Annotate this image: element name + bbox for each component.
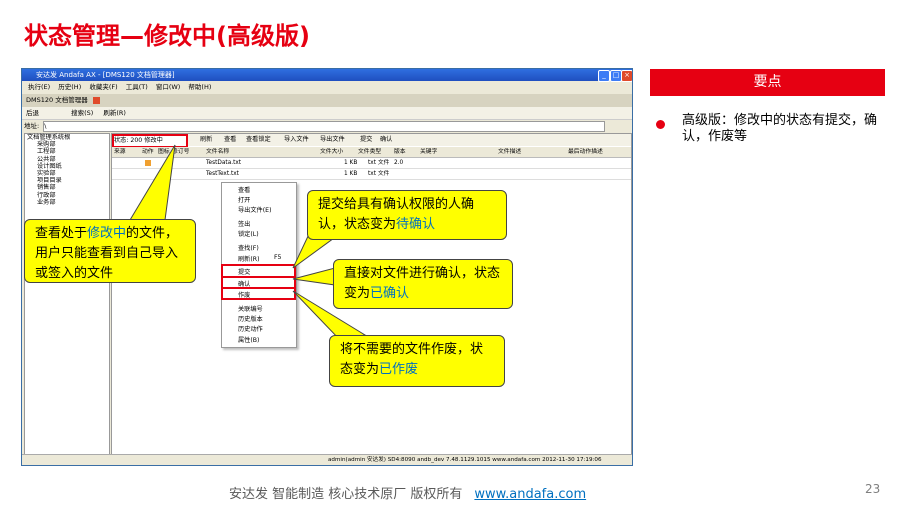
footer: 安达发 智能制造 核心技术原厂 版权所有 www.andafa.com — [229, 483, 586, 502]
callout-highlight: 已作废 — [379, 362, 419, 377]
callout-text: 直接对文件进行确认，状态变为 — [344, 266, 501, 301]
callout-confirm: 直接对文件进行确认，状态变为已确认 — [333, 259, 513, 309]
footer-text: 安达发 智能制造 核心技术原厂 版权所有 — [229, 487, 463, 502]
pointer-3 — [292, 267, 336, 286]
callout-highlight: 待确认 — [396, 217, 436, 232]
callout-highlight: 修改中 — [87, 226, 127, 241]
callout-text: 查看处于 — [35, 226, 88, 241]
callout-highlight: 已确认 — [370, 286, 410, 301]
page-number: 23 — [865, 482, 881, 496]
callout-void: 将不需要的文件作废，状态变为已作废 — [329, 335, 505, 387]
callout-submit: 提交给具有确认权限的人确认，状态变为待确认 — [307, 190, 507, 240]
bullet-icon — [656, 120, 665, 129]
key-point-text: 高级版：修改中的状态有提交，确认，作废等 — [682, 113, 878, 144]
footer-link[interactable]: www.andafa.com — [474, 487, 586, 502]
callout-view-modifying: 查看处于修改中的文件，用户只能查看到自己导入或签入的文件 — [24, 219, 196, 283]
pointer-1 — [129, 144, 176, 221]
key-points-header: 要点 — [650, 69, 885, 96]
